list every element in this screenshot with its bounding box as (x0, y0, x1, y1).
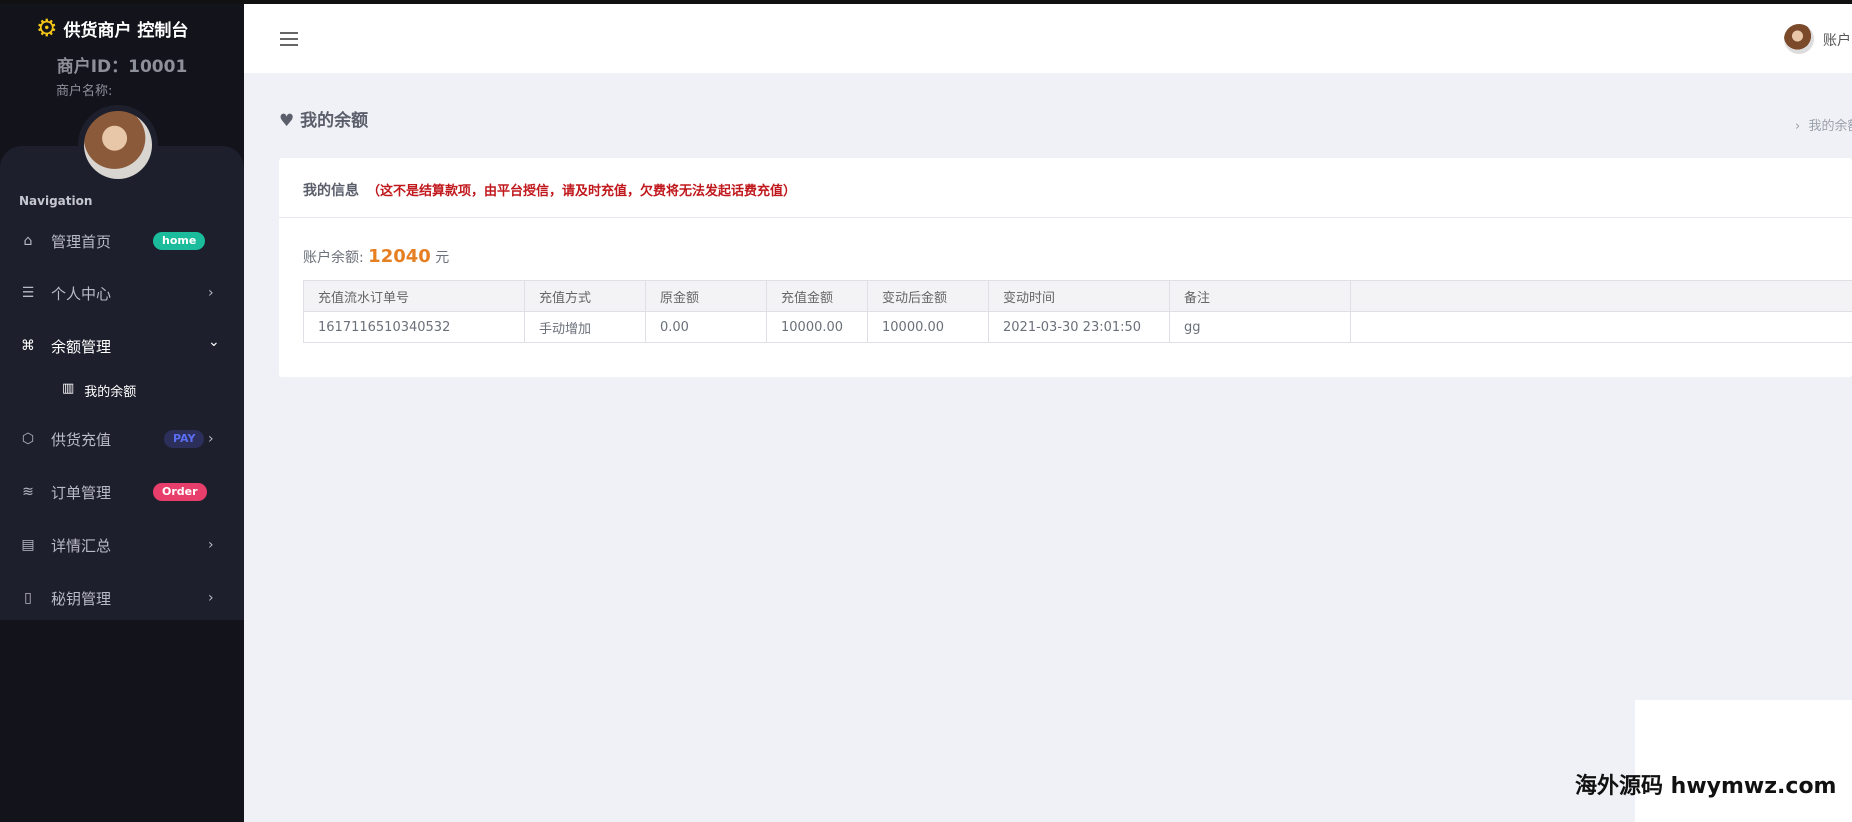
badge: home (153, 232, 206, 250)
list-icon: ☰ (21, 285, 35, 301)
label: 供货充值 (51, 430, 112, 449)
column-header: 备注 (1169, 280, 1351, 312)
column-header: 充值方式 (524, 280, 646, 312)
recharge-table: 充值流水订单号 充值方式 原金额 充值金额 变动后金额 变动时间 备注 1617… (303, 280, 1852, 343)
home-icon: ⌂ (23, 233, 33, 249)
sidebar-item-keys[interactable]: ▯ 秘钥管理 › (0, 578, 244, 618)
cell: 2021-03-30 23:01:50 (988, 311, 1170, 343)
merchant-name: 商户名称: (56, 84, 113, 99)
column-header (1350, 280, 1852, 312)
cell: 10000.00 (867, 311, 989, 343)
sidebar-item-orders[interactable]: ≋ 订单管理 Order (0, 472, 244, 512)
balance-label: 账户余额: (303, 250, 364, 266)
watermark-box (1635, 700, 1852, 822)
cell: 10000.00 (766, 311, 868, 343)
label: 订单管理 (51, 483, 112, 502)
brand-title: 供货商户 控制台 (63, 20, 189, 41)
label: 个人中心 (51, 284, 112, 303)
command-icon: ⌘ (21, 338, 35, 354)
sidebar-item-balance[interactable]: ⌘ 余额管理 ⌄ (0, 326, 244, 366)
watermark: 海外源码 hwymwz.com (1575, 774, 1837, 799)
chevron-right-icon: › (208, 590, 214, 606)
sidebar-item-profile[interactable]: ☰ 个人中心 › (0, 273, 244, 313)
nav-label: Navigation (19, 194, 93, 208)
column-header: 变动后金额 (867, 280, 989, 312)
sidebar-item-summary[interactable]: ▤ 详情汇总 › (0, 525, 244, 565)
badge: Order (153, 483, 207, 501)
user-avatar[interactable] (1784, 24, 1814, 54)
card-header: 我的信息 （这不是结算款项，由平台授信，请及时充值，欠费将无法发起话费充值） (279, 158, 1852, 218)
card-title: 我的信息 (303, 183, 359, 199)
chevron-right-icon: › (1795, 119, 1801, 134)
warning-text: （这不是结算款项，由平台授信，请及时充值，欠费将无法发起话费充值） (367, 184, 797, 199)
cell: 手动增加 (524, 311, 646, 343)
merchant-id: 商户ID：10001 (56, 57, 188, 77)
label: 我的余额 (84, 385, 137, 400)
balance: 账户余额: 12040 元 (303, 246, 449, 267)
brand[interactable]: ⚙ 供货商户 控制台 (36, 14, 188, 42)
sidebar-item-home[interactable]: ⌂ 管理首页 home (0, 221, 244, 261)
chevron-right-icon: › (208, 285, 214, 301)
page-title: ♥ 我的余额 (279, 106, 368, 131)
topbar: 账户 (244, 4, 1852, 73)
avatar[interactable] (84, 111, 152, 179)
breadcrumb: › 我的余额 (1795, 115, 1852, 134)
column-header: 变动时间 (988, 280, 1170, 312)
sidebar: ⚙ 供货商户 控制台 商户ID：10001 商户名称: Navigation ⌂ 管… (0, 4, 244, 822)
title-text: 我的余额 (300, 111, 369, 131)
user-menu[interactable]: 账户 (1823, 30, 1851, 50)
cell: 1617116510340532 (303, 311, 525, 343)
grid-icon: ▥ (62, 381, 75, 396)
breadcrumb-item[interactable]: 我的余额 (1808, 119, 1852, 134)
label: 余额管理 (51, 337, 112, 356)
cell: 0.00 (645, 311, 767, 343)
map-icon: ▯ (24, 590, 32, 606)
heart-icon: ♥ (279, 111, 295, 131)
document-icon: ▤ (21, 537, 35, 553)
chevron-right-icon: › (208, 431, 214, 447)
chevron-down-icon: ⌄ (208, 334, 220, 350)
balance-value: 12040 (368, 246, 431, 267)
box-icon: ⬡ (21, 431, 35, 447)
column-header: 充值流水订单号 (303, 280, 525, 312)
menu-toggle-icon[interactable] (280, 32, 298, 50)
label: 详情汇总 (51, 536, 112, 555)
logo-gear-icon: ⚙ (36, 14, 58, 42)
cell (1350, 311, 1852, 343)
badge: PAY (164, 430, 205, 448)
column-header: 原金额 (645, 280, 767, 312)
table-row: 1617116510340532 手动增加 0.00 10000.00 1000… (303, 311, 1852, 343)
sidebar-subitem-my-balance[interactable]: ▥ 我的余额 (62, 381, 136, 400)
label: 秘钥管理 (51, 589, 112, 608)
cell: gg (1169, 311, 1351, 343)
table-header: 充值流水订单号 充值方式 原金额 充值金额 变动后金额 变动时间 备注 (303, 280, 1852, 312)
info-card: 我的信息 （这不是结算款项，由平台授信，请及时充值，欠费将无法发起话费充值） 账户… (279, 158, 1852, 377)
balance-unit: 元 (435, 250, 450, 266)
sidebar-item-recharge[interactable]: ⬡ 供货充值 PAY › (0, 419, 244, 459)
chevron-right-icon: › (208, 537, 214, 553)
column-header: 充值金额 (766, 280, 868, 312)
layers-icon: ≋ (22, 484, 34, 500)
label: 管理首页 (51, 232, 112, 251)
